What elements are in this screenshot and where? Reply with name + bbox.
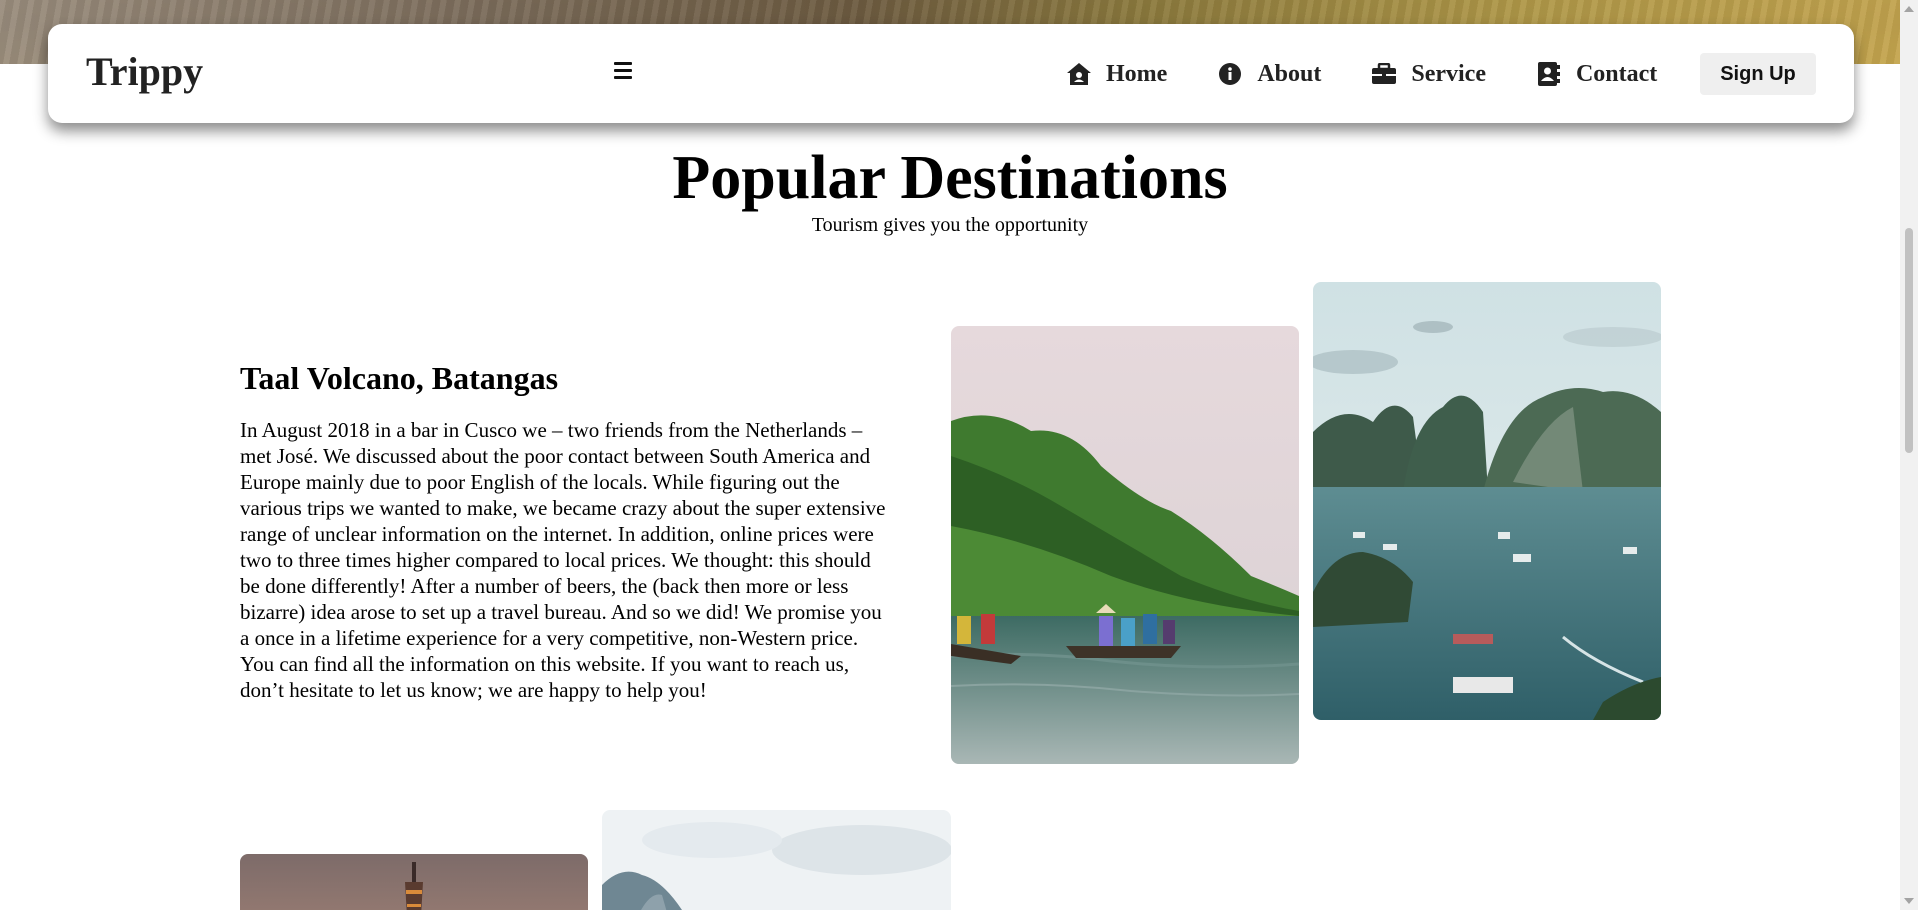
nav-item-home-label: Home xyxy=(1106,60,1168,87)
nav-item-home[interactable]: Home xyxy=(1066,61,1167,88)
nav-item-about[interactable]: About xyxy=(1217,61,1321,88)
destination-heading: Taal Volcano, Batangas xyxy=(240,360,559,396)
nav-item-contact-label: Contact xyxy=(1575,60,1658,87)
nav-item-service-label: Service xyxy=(1411,60,1486,87)
home-icon xyxy=(1066,61,1092,87)
scroll-up-arrow-icon[interactable] xyxy=(1904,6,1914,12)
nav-item-contact[interactable]: Contact xyxy=(1536,61,1657,88)
nav-item-service[interactable]: Service xyxy=(1371,61,1486,88)
scroll-down-arrow-icon[interactable] xyxy=(1904,898,1914,904)
destination-photo-river-boats xyxy=(951,326,1299,764)
scrollbar-thumb[interactable] xyxy=(1905,228,1913,453)
nav-item-about-label: About xyxy=(1257,60,1322,87)
brand-logo[interactable]: Trippy xyxy=(86,46,203,98)
contact-card-icon xyxy=(1536,61,1562,87)
vertical-scrollbar[interactable] xyxy=(1900,0,1918,910)
destination-photo-bay-islands xyxy=(1313,282,1661,720)
info-icon xyxy=(1217,61,1243,87)
briefcase-icon xyxy=(1371,61,1397,87)
menu-icon[interactable] xyxy=(614,62,632,80)
section-title: Popular Destinations xyxy=(672,144,1228,212)
destination-description: In August 2018 in a bar in Cusco we – tw… xyxy=(240,418,886,702)
destination-photo-tower xyxy=(240,854,588,910)
nav-links: Home About Service Contact xyxy=(1066,52,1707,96)
destination-photo-cliffs xyxy=(602,810,951,910)
navbar: Trippy Home About Service Contact Sign U… xyxy=(48,24,1854,123)
page: Trippy Home About Service Contact Sign U… xyxy=(0,0,1918,910)
section-subtitle: Tourism gives you the opportunity xyxy=(811,214,1089,236)
sign-up-button[interactable]: Sign Up xyxy=(1700,53,1816,95)
